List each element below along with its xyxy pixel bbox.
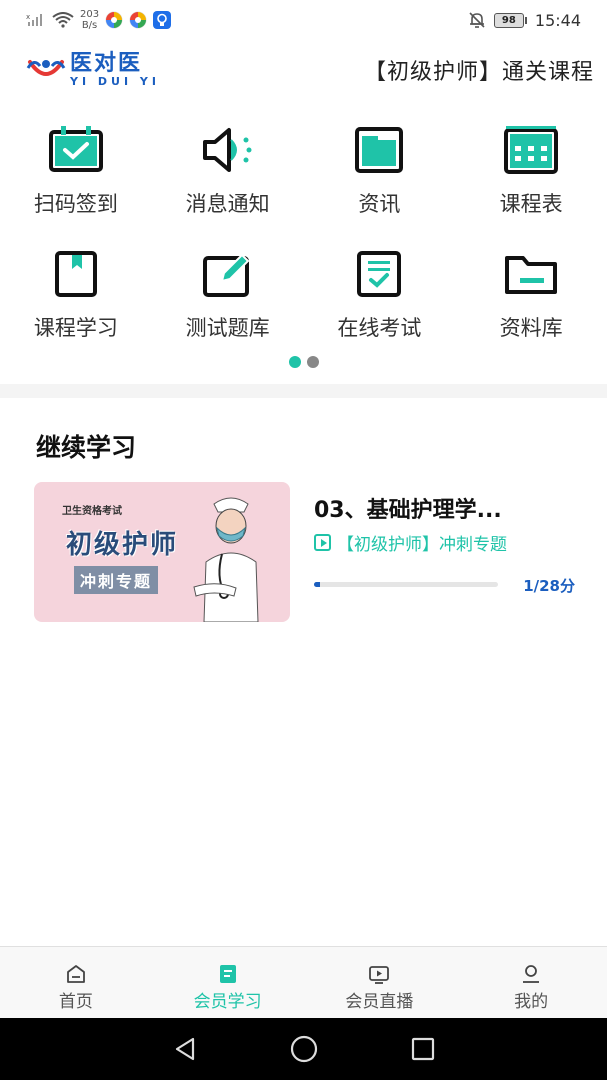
- calendar-check-icon: [46, 120, 106, 180]
- course-program-title: 【初级护师】通关课程: [363, 60, 594, 85]
- pager-dot-active[interactable]: [288, 356, 301, 368]
- course-progress-text: 1/28分: [523, 577, 575, 595]
- svg-text:x: x: [26, 13, 30, 21]
- course-info: 03、基础护理学... 【初级护师】冲刺专题 1/28分: [314, 482, 579, 622]
- net-speed-unit: B/s: [81, 20, 98, 31]
- bell-muted-icon: [469, 12, 485, 28]
- menu-label: 扫码签到: [33, 192, 118, 216]
- continue-learning-title: 继续学习: [36, 433, 137, 462]
- thumbnail-title: 初级护师: [66, 530, 179, 560]
- bottom-navigation: 首页 会员学习 会员直播 我的: [0, 946, 607, 1018]
- continue-course-card[interactable]: 卫生资格考试 初级护师 冲刺专题 03、基础护理学... 【初级护师】冲刺专题 …: [34, 482, 579, 622]
- folder-icon: [501, 244, 561, 304]
- menu-label: 资料库: [499, 316, 563, 340]
- app-notification-icon: [105, 11, 123, 29]
- book-filled-icon: [219, 965, 236, 983]
- menu-item-question-bank[interactable]: 测试题库: [152, 244, 304, 344]
- user-icon: [523, 965, 540, 983]
- menu-pager-indicator: [0, 356, 607, 368]
- menu-item-notifications[interactable]: 消息通知: [152, 120, 304, 220]
- net-speed: 203 B/s: [80, 9, 99, 31]
- course-name[interactable]: 03、基础护理学...: [314, 492, 502, 524]
- menu-label: 课程表: [499, 192, 563, 216]
- nav-label: 我的: [514, 992, 549, 1012]
- menu-item-online-exam[interactable]: 在线考试: [304, 244, 456, 344]
- menu-label: 在线考试: [337, 316, 422, 340]
- menu-item-scan-checkin[interactable]: 扫码签到: [0, 120, 152, 220]
- system-navigation-bar: [0, 1018, 607, 1080]
- nurse-illustration-icon: [193, 497, 259, 622]
- logo-english-text: YI DUI YI: [70, 75, 160, 88]
- pager-dot[interactable]: [306, 356, 319, 368]
- nav-tab-mine[interactable]: 我的: [455, 947, 607, 1018]
- course-progress-fill: [314, 582, 320, 587]
- nav-tab-home[interactable]: 首页: [0, 947, 152, 1018]
- course-progress-bar: [314, 582, 498, 587]
- clock: 15:44: [534, 10, 581, 30]
- logo: 医对医 YI DUI YI: [26, 52, 160, 88]
- menu-label: 资讯: [358, 192, 401, 216]
- app-header: 医对医 YI DUI YI 【初级护师】通关课程: [26, 48, 594, 92]
- status-right: 98 15:44: [468, 11, 581, 30]
- nav-label: 会员学习: [193, 992, 262, 1012]
- nav-tab-member-live[interactable]: 会员直播: [304, 947, 456, 1018]
- menu-label: 测试题库: [185, 316, 270, 340]
- bulb-app-icon: [153, 11, 172, 29]
- course-series-label: 【初级护师】冲刺专题: [337, 535, 507, 555]
- edit-pencil-icon: [198, 244, 258, 304]
- menu-label: 课程学习: [33, 316, 118, 340]
- nav-label: 会员直播: [345, 992, 414, 1012]
- net-speed-value: 203: [80, 9, 100, 20]
- exam-paper-icon: [349, 244, 409, 304]
- recent-apps-icon[interactable]: [409, 1035, 437, 1063]
- bookmark-book-icon: [46, 244, 106, 304]
- video-play-icon: [314, 534, 331, 551]
- battery-icon: 98: [493, 12, 527, 28]
- signal-icon: x: [26, 13, 42, 26]
- schedule-grid-icon: [501, 120, 561, 180]
- logo-chinese-text: 医对医: [70, 51, 143, 76]
- status-left: x 203 B/s: [26, 9, 172, 31]
- course-thumbnail[interactable]: 卫生资格考试 初级护师 冲刺专题: [34, 482, 290, 622]
- back-icon[interactable]: [171, 1035, 199, 1063]
- menu-item-schedule[interactable]: 课程表: [455, 120, 607, 220]
- section-divider: [0, 384, 607, 398]
- menu-item-news[interactable]: 资讯: [304, 120, 456, 220]
- nav-tab-member-study[interactable]: 会员学习: [152, 947, 304, 1018]
- menu-label: 消息通知: [185, 192, 270, 216]
- live-tv-icon: [369, 966, 390, 984]
- home-circle-icon[interactable]: [289, 1034, 319, 1064]
- home-icon: [66, 965, 85, 983]
- battery-tip: [524, 16, 527, 24]
- wifi-icon: [52, 12, 74, 28]
- course-series[interactable]: 【初级护师】冲刺专题: [314, 530, 507, 555]
- app-notification-icon: [129, 11, 147, 29]
- thumbnail-tag: 冲刺专题: [74, 566, 159, 594]
- status-bar: x 203 B/s 98 15:44: [0, 0, 607, 40]
- speaker-icon: [198, 120, 258, 180]
- menu-item-course-study[interactable]: 课程学习: [0, 244, 152, 344]
- news-window-icon: [349, 120, 409, 180]
- logo-mark-icon: [26, 60, 66, 76]
- menu-item-resource-library[interactable]: 资料库: [455, 244, 607, 344]
- battery-level: 98: [493, 12, 524, 28]
- nav-label: 首页: [58, 992, 93, 1012]
- thumbnail-caption: 卫生资格考试: [62, 506, 122, 517]
- function-menu-grid: 扫码签到 消息通知 资讯 课程表 课程学习 测试题库 在线考试 资料库: [0, 120, 607, 344]
